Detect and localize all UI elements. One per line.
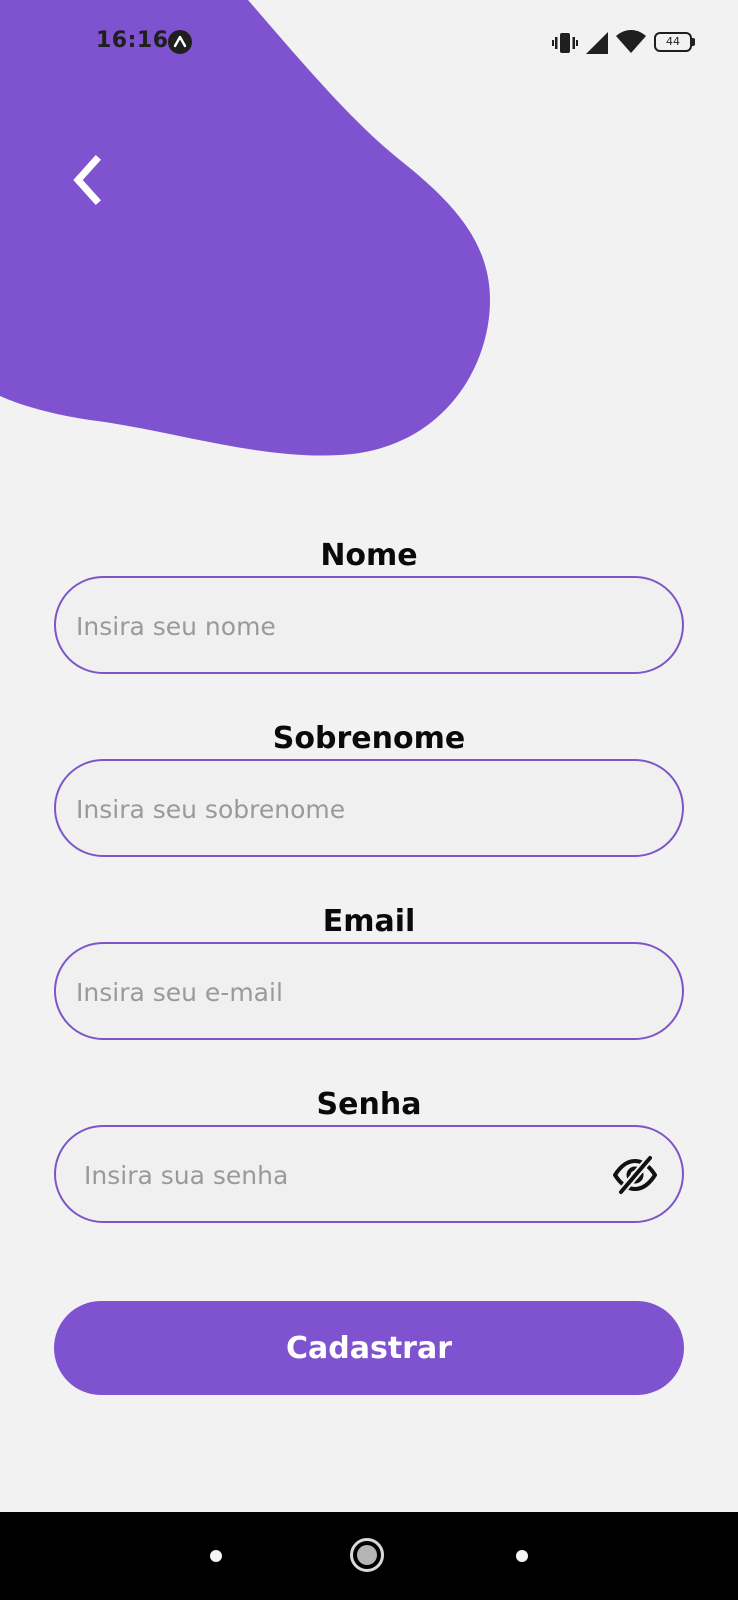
email-input-wrapper [54, 942, 684, 1040]
password-input[interactable] [82, 1127, 586, 1223]
status-icons: 44 [550, 30, 700, 56]
password-visibility-toggle[interactable] [612, 1154, 658, 1196]
chevron-left-icon [73, 155, 101, 205]
email-input[interactable] [74, 944, 638, 1040]
name-input[interactable] [74, 578, 638, 674]
register-button[interactable]: Cadastrar [54, 1301, 684, 1395]
surname-input-wrapper [54, 759, 684, 857]
recents-button[interactable] [210, 1550, 222, 1562]
vibrate-icon [552, 33, 578, 53]
email-label: Email [322, 904, 416, 939]
eye-off-icon [613, 1154, 657, 1196]
app-notification-icon [168, 30, 192, 54]
wifi-icon [616, 30, 646, 53]
name-field-group: Nome [54, 536, 684, 674]
system-back-button[interactable] [516, 1550, 528, 1562]
status-bar: 16:16 44 [0, 0, 738, 90]
password-field-group: Senha [54, 1085, 684, 1223]
battery-tip [692, 38, 695, 46]
surname-field-group: Sobrenome [54, 719, 684, 857]
battery-icon: 44 [654, 32, 692, 52]
password-label: Senha [316, 1087, 422, 1122]
password-input-wrapper [54, 1125, 684, 1223]
system-navigation-bar [0, 1512, 738, 1600]
name-input-wrapper [54, 576, 684, 674]
surname-label: Sobrenome [272, 721, 466, 756]
name-label: Nome [320, 538, 418, 573]
email-field-group: Email [54, 902, 684, 1040]
sign-up-screen: 16:16 44 Nome Insira seu nome Sobrenome … [0, 0, 738, 1600]
back-button[interactable] [58, 150, 114, 210]
status-time: 16:16 [96, 28, 169, 53]
signal-icon [586, 32, 608, 54]
surname-input[interactable] [74, 761, 638, 857]
home-button[interactable] [350, 1538, 384, 1572]
